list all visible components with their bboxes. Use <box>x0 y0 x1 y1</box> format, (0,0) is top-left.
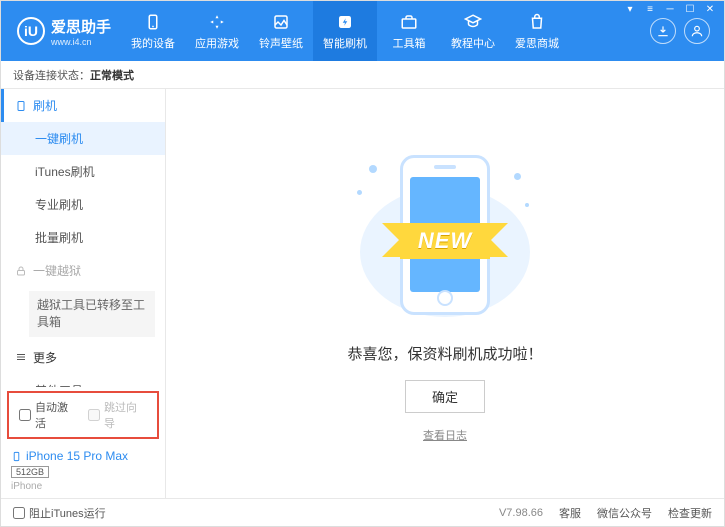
version-label: V7.98.66 <box>499 507 543 519</box>
device-icon <box>143 12 163 32</box>
flash-icon <box>335 12 355 32</box>
nav-tutorials[interactable]: 教程中心 <box>441 1 505 61</box>
block-itunes-input[interactable] <box>13 507 25 519</box>
close-icon[interactable]: ✕ <box>703 4 717 15</box>
sidebar: 刷机 一键刷机 iTunes刷机 专业刷机 批量刷机 一键越狱 越狱工具已转移至… <box>1 89 166 498</box>
download-button[interactable] <box>650 18 676 44</box>
skip-guide-input <box>88 409 100 421</box>
sidebar-item-one-key-flash[interactable]: 一键刷机 <box>1 122 165 155</box>
success-message: 恭喜您，保资料刷机成功啦！ <box>347 343 542 364</box>
top-nav: 我的设备 应用游戏 铃声壁纸 智能刷机 工具箱 教程中心 <box>121 1 650 61</box>
logo: iU 爱思助手 www.i4.cn <box>7 16 121 47</box>
nav-label: 工具箱 <box>393 35 426 51</box>
checkbox-label: 阻止iTunes运行 <box>29 505 106 521</box>
sidebar-item-other-tools[interactable]: 其他工具 <box>1 374 165 387</box>
flash-group-icon <box>15 100 27 112</box>
skip-guide-checkbox[interactable]: 跳过向导 <box>88 399 147 431</box>
nav-label: 应用游戏 <box>195 35 239 51</box>
footer-check-update[interactable]: 检查更新 <box>668 505 712 521</box>
nav-smart-flash[interactable]: 智能刷机 <box>313 1 377 61</box>
footer-support[interactable]: 客服 <box>559 505 581 521</box>
header: iU 爱思助手 www.i4.cn 我的设备 应用游戏 铃声壁纸 智能刷机 <box>1 1 724 61</box>
nav-label: 智能刷机 <box>323 35 367 51</box>
status-bar: 设备连接状态： 正常模式 <box>1 61 724 89</box>
nav-toolbox[interactable]: 工具箱 <box>377 1 441 61</box>
menu-icon[interactable]: ▾ <box>623 4 637 15</box>
settings-icon[interactable]: ≡ <box>643 4 657 15</box>
footer: 阻止iTunes运行 V7.98.66 客服 微信公众号 检查更新 <box>1 498 724 526</box>
new-ribbon: NEW <box>400 223 490 259</box>
store-icon <box>527 12 547 32</box>
ok-button[interactable]: 确定 <box>405 380 485 413</box>
logo-icon: iU <box>17 17 45 45</box>
sidebar-item-itunes-flash[interactable]: iTunes刷机 <box>1 155 165 188</box>
device-info: iPhone 15 Pro Max 512GB iPhone <box>1 443 165 498</box>
toolbox-icon <box>399 12 419 32</box>
nav-label: 爱思商城 <box>515 35 559 51</box>
success-illustration: NEW <box>345 145 545 325</box>
main-content: NEW 恭喜您，保资料刷机成功啦！ 确定 查看日志 <box>166 89 724 498</box>
device-type: iPhone <box>11 481 155 492</box>
nav-label: 我的设备 <box>131 35 175 51</box>
sidebar-group-label: 更多 <box>33 349 57 366</box>
nav-ringtone-wallpaper[interactable]: 铃声壁纸 <box>249 1 313 61</box>
phone-icon <box>11 451 22 462</box>
wallpaper-icon <box>271 12 291 32</box>
tutorial-icon <box>463 12 483 32</box>
sidebar-jailbreak-note: 越狱工具已转移至工具箱 <box>29 291 155 337</box>
nav-label: 铃声壁纸 <box>259 35 303 51</box>
device-name[interactable]: iPhone 15 Pro Max <box>11 449 155 463</box>
sidebar-group-label: 一键越狱 <box>33 262 81 279</box>
status-value: 正常模式 <box>90 67 134 83</box>
sidebar-group-jailbreak[interactable]: 一键越狱 <box>1 254 165 287</box>
checkbox-label: 自动激活 <box>35 399 78 431</box>
view-log-link[interactable]: 查看日志 <box>423 427 467 443</box>
nav-store[interactable]: 爱思商城 <box>505 1 569 61</box>
auto-activate-checkbox[interactable]: 自动激活 <box>19 399 78 431</box>
more-icon <box>15 351 27 363</box>
highlighted-checkbox-row: 自动激活 跳过向导 <box>7 391 159 439</box>
app-url: www.i4.cn <box>51 37 111 47</box>
sidebar-item-pro-flash[interactable]: 专业刷机 <box>1 188 165 221</box>
lock-icon <box>15 265 27 277</box>
apps-icon <box>207 12 227 32</box>
sidebar-group-flash[interactable]: 刷机 <box>1 89 165 122</box>
checkbox-label: 跳过向导 <box>104 399 147 431</box>
device-storage: 512GB <box>11 466 49 478</box>
user-button[interactable] <box>684 18 710 44</box>
app-title: 爱思助手 <box>51 16 111 37</box>
nav-my-device[interactable]: 我的设备 <box>121 1 185 61</box>
auto-activate-input[interactable] <box>19 409 31 421</box>
device-name-text: iPhone 15 Pro Max <box>26 449 128 463</box>
sidebar-item-batch-flash[interactable]: 批量刷机 <box>1 221 165 254</box>
sidebar-group-label: 刷机 <box>33 97 57 114</box>
footer-wechat[interactable]: 微信公众号 <box>597 505 652 521</box>
status-prefix: 设备连接状态： <box>13 67 90 83</box>
maximize-icon[interactable]: ☐ <box>683 4 697 15</box>
block-itunes-checkbox[interactable]: 阻止iTunes运行 <box>13 505 106 521</box>
sidebar-group-more[interactable]: 更多 <box>1 341 165 374</box>
nav-label: 教程中心 <box>451 35 495 51</box>
nav-apps-games[interactable]: 应用游戏 <box>185 1 249 61</box>
minimize-icon[interactable]: ─ <box>663 4 677 15</box>
